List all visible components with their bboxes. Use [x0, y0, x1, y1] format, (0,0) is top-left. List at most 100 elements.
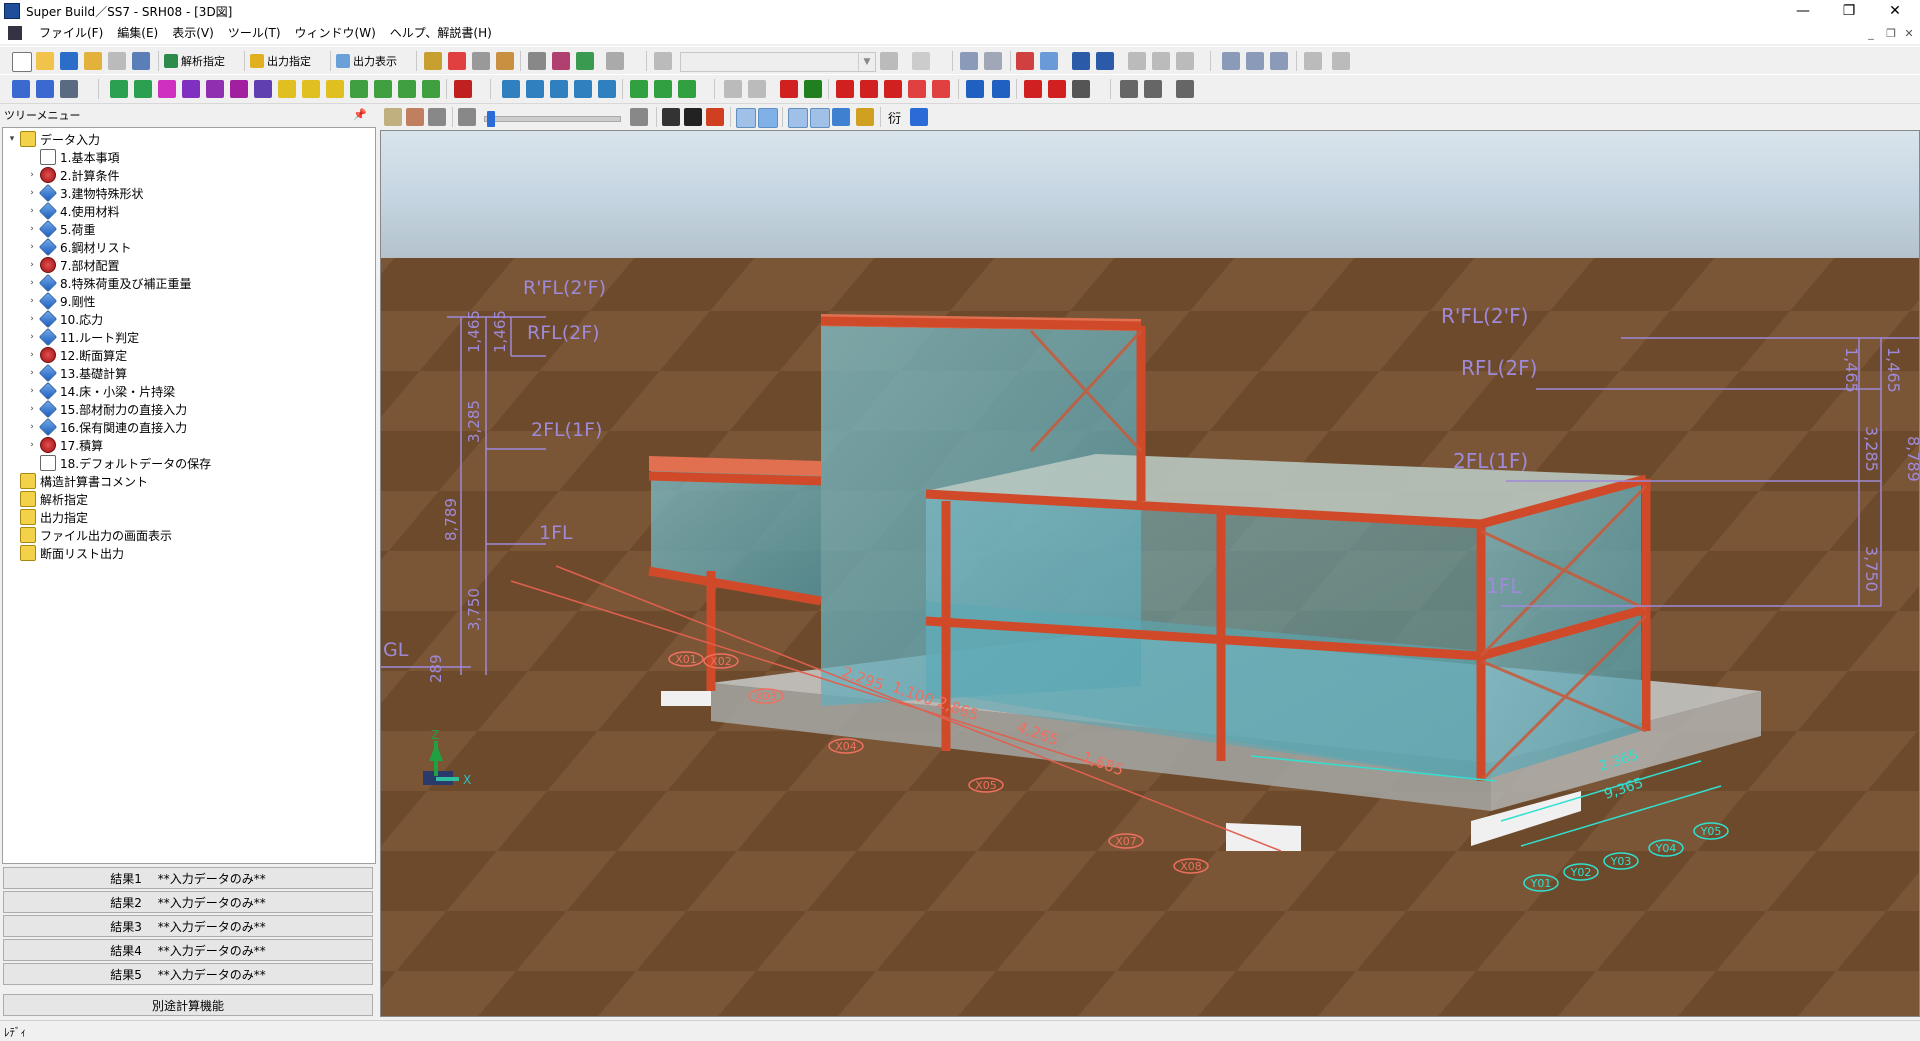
pointer-icon[interactable]	[1176, 52, 1194, 70]
print-icon[interactable]	[528, 52, 546, 70]
layout2-icon[interactable]	[1332, 52, 1350, 70]
symbol-icon[interactable]: 衍	[888, 108, 901, 127]
comment-icon[interactable]	[606, 52, 624, 70]
axis-icon[interactable]	[36, 80, 54, 98]
point-load-icon[interactable]	[836, 80, 854, 98]
grid-icon[interactable]	[1016, 52, 1034, 70]
tree-expander-icon[interactable]: ›	[27, 278, 37, 288]
tree-item[interactable]: ファイル出力の画面表示	[7, 526, 172, 544]
tree-item[interactable]: › 3.建物特殊形状	[27, 183, 143, 203]
light-icon[interactable]	[788, 108, 808, 128]
light2-icon[interactable]	[810, 108, 830, 128]
select-tool-icon[interactable]	[384, 108, 402, 126]
mail-icon[interactable]	[326, 80, 344, 98]
download-icon[interactable]	[1096, 52, 1114, 70]
frame-view-icon[interactable]	[1040, 52, 1058, 70]
mdi-minimize-button[interactable]: _	[1862, 24, 1880, 42]
print-preview-icon[interactable]	[552, 52, 570, 70]
window-tile-h-icon[interactable]	[1246, 52, 1264, 70]
sub-beam-icon[interactable]	[278, 80, 296, 98]
distributed-load-icon[interactable]	[860, 80, 878, 98]
moment-icon[interactable]	[884, 80, 902, 98]
tree-item[interactable]: 解析指定	[7, 490, 88, 508]
panel-icon[interactable]	[254, 80, 272, 98]
tree-item[interactable]: 1.基本事項	[27, 148, 119, 166]
tree-expander-icon[interactable]: ›	[27, 386, 37, 396]
tree-item[interactable]: › 7.部材配置	[27, 256, 119, 274]
tree-expander-icon[interactable]: ›	[27, 224, 37, 234]
redo-icon[interactable]	[880, 52, 898, 70]
tree-expander-icon[interactable]: ›	[27, 350, 37, 360]
history-combo[interactable]: ▼	[680, 52, 876, 72]
tree-item[interactable]: › 9.剛性	[27, 291, 95, 311]
grid-frame-icon[interactable]	[12, 80, 30, 98]
stamp-icon[interactable]	[496, 52, 514, 70]
split-icon[interactable]	[598, 80, 616, 98]
dimension-icon[interactable]	[502, 80, 520, 98]
result-button-3[interactable]: 結果3 **入力データのみ**	[3, 915, 373, 937]
tree-item[interactable]: › 17.積算	[27, 436, 103, 454]
rigid-icon[interactable]	[748, 80, 766, 98]
separate-calc-button[interactable]: 別途計算機能	[3, 994, 373, 1016]
roller-icon[interactable]	[678, 80, 696, 98]
tree-expander-icon[interactable]: ›	[27, 404, 37, 414]
tree-item[interactable]: › 5.荷重	[27, 219, 95, 239]
tree-item[interactable]: 出力指定	[7, 508, 88, 526]
minimize-button[interactable]: —	[1780, 0, 1826, 22]
pen-icon[interactable]	[1144, 80, 1162, 98]
save-icon[interactable]	[60, 52, 78, 70]
layout-icon[interactable]	[1304, 52, 1322, 70]
pin-support-icon[interactable]	[654, 80, 672, 98]
tree-item[interactable]: › 13.基礎計算	[27, 363, 127, 383]
cantilever-icon[interactable]	[302, 80, 320, 98]
menu-file[interactable]: ファイル(F)	[32, 22, 110, 44]
mdi-close-button[interactable]: ✕	[1900, 24, 1918, 42]
tree-expander-icon[interactable]: ▾	[7, 134, 17, 144]
result-button-5[interactable]: 結果5 **入力データのみ**	[3, 963, 373, 985]
tree-item[interactable]: › 2.計算条件	[27, 166, 119, 184]
tree-expander-icon[interactable]: ›	[27, 422, 37, 432]
tree-expander-icon[interactable]: ›	[27, 440, 37, 450]
effect-icon[interactable]	[856, 108, 874, 126]
chain-icon[interactable]	[966, 80, 984, 98]
eraser-icon[interactable]	[1120, 80, 1138, 98]
tree-item[interactable]: 18.デフォルトデータの保存	[27, 454, 211, 472]
zoom-out-icon[interactable]	[458, 108, 476, 126]
result-button-1[interactable]: 結果1 **入力データのみ**	[3, 867, 373, 889]
tree-expander-icon[interactable]: ›	[27, 332, 37, 342]
tree-item[interactable]: › 12.断面算定	[27, 346, 127, 364]
window-tile-v-icon[interactable]	[1270, 52, 1288, 70]
arrow-icon[interactable]	[350, 80, 368, 98]
result-button-2[interactable]: 結果2 **入力データのみ**	[3, 891, 373, 913]
report-icon[interactable]	[1072, 80, 1090, 98]
tree-expander-icon[interactable]: ›	[27, 314, 37, 324]
opening-icon[interactable]	[206, 80, 224, 98]
color-icon[interactable]	[448, 52, 466, 70]
rotate-view-icon[interactable]	[406, 108, 424, 126]
link-icon[interactable]	[398, 80, 416, 98]
close-button[interactable]: ✕	[1872, 0, 1918, 22]
menu-help[interactable]: ヘルプ、解説書(H)	[383, 22, 499, 44]
pin-icon[interactable]: 📌	[349, 108, 367, 121]
menu-tools[interactable]: ツール(T)	[221, 22, 288, 44]
list-icon[interactable]	[472, 52, 490, 70]
slab-icon[interactable]	[182, 80, 200, 98]
refresh-icon[interactable]	[550, 80, 568, 98]
output-spec-button[interactable]: 出力指定	[250, 51, 311, 71]
tree-item[interactable]: 断面リスト出力	[7, 544, 124, 562]
menu-window[interactable]: ウィンドウ(W)	[288, 22, 383, 44]
checker-icon[interactable]	[736, 108, 756, 128]
film-icon[interactable]	[662, 108, 680, 126]
beam-icon[interactable]	[134, 80, 152, 98]
joint-icon[interactable]	[422, 80, 440, 98]
move-icon[interactable]	[1128, 52, 1146, 70]
load-up-icon[interactable]	[804, 80, 822, 98]
zoom-slider[interactable]	[484, 111, 621, 127]
menu-edit[interactable]: 編集(E)	[110, 22, 165, 44]
delete-icon[interactable]	[912, 52, 930, 70]
3d-scene[interactable]: R'FL(2'F) RFL(2F) 2FL(1F) 1FL GL 1,465 1…	[381, 131, 1920, 1017]
structure-icon[interactable]	[424, 52, 442, 70]
menu-view[interactable]: 表示(V)	[165, 22, 221, 44]
tree-item[interactable]: ▾ データ入力	[7, 130, 100, 148]
open-folder-icon[interactable]	[36, 52, 54, 70]
